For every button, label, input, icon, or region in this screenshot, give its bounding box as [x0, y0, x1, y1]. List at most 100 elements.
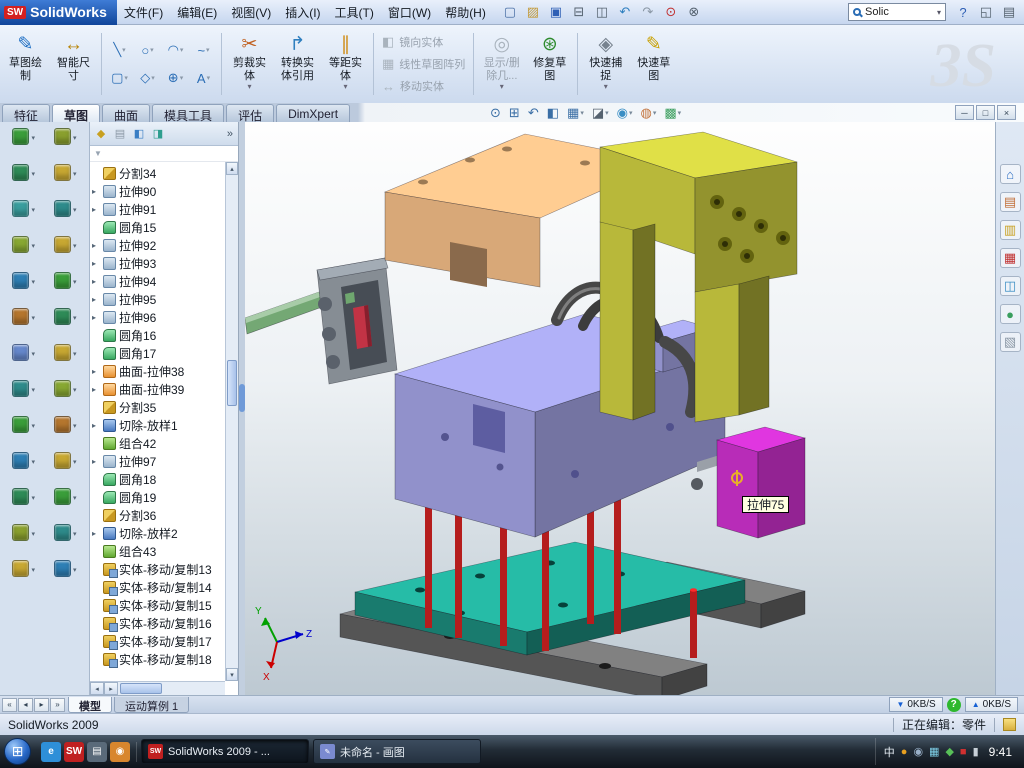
network-icon[interactable]: ▦	[929, 745, 939, 758]
expand-arrow-icon[interactable]: ▸	[92, 241, 100, 250]
menu-item[interactable]: 帮助(H)	[438, 0, 493, 25]
dropdown-arrow-icon[interactable]: ▾	[73, 566, 77, 574]
graphics-area[interactable]: Y Z X 拉伸75	[245, 122, 995, 695]
custom-properties-icon[interactable]: ▧	[1000, 332, 1021, 352]
dropdown-arrow-icon[interactable]: ▾	[31, 134, 35, 142]
clock[interactable]: 9:41	[989, 745, 1012, 759]
solidworks-launcher-icon[interactable]: SW	[64, 742, 84, 762]
tree-item[interactable]: ▸ 实体-移动/复制14	[92, 578, 238, 596]
dropdown-arrow-icon[interactable]: ▾	[73, 458, 77, 466]
arc-tool-icon[interactable]: ◠	[162, 37, 189, 64]
tree-item[interactable]: ▸ 实体-移动/复制17	[92, 632, 238, 650]
toolbox-icon[interactable]: ▦	[1000, 248, 1021, 268]
dropdown-arrow-icon[interactable]: ▾	[73, 206, 77, 214]
commandmanager-tab[interactable]: 模具工具	[152, 104, 224, 122]
scrollbar-thumb[interactable]	[227, 360, 237, 406]
dropdown-arrow-icon[interactable]: ▾	[31, 386, 35, 394]
toolbar-options-icon[interactable]: ▤	[998, 2, 1020, 22]
tree-item[interactable]: ▸ 拉伸93	[92, 254, 238, 272]
tree-item[interactable]: ▸ 实体-移动/复制18	[92, 650, 238, 668]
commandmanager-tab[interactable]: 评估	[226, 104, 274, 122]
clamp-part[interactable]	[245, 258, 397, 384]
expand-arrow-icon[interactable]: ▸	[92, 259, 100, 268]
scroll-up-button[interactable]: ▴	[226, 162, 238, 175]
left-toolbar-icon[interactable]: ▾	[54, 416, 77, 452]
display-pane-chevron[interactable]: »	[227, 128, 235, 140]
sketch-button[interactable]: ✎ 草图绘 制	[2, 29, 49, 95]
ime-language-icon[interactable]: 中	[884, 744, 895, 760]
repair-sketch-button[interactable]: ⊛ 修复草 图	[526, 29, 573, 95]
left-toolbar-icon[interactable]: ▾	[54, 164, 77, 200]
left-toolbar-icon[interactable]: ▾	[12, 380, 35, 416]
search-input[interactable]: Solic ▾	[848, 3, 946, 21]
expand-arrow-icon[interactable]: ▸	[92, 187, 100, 196]
tree-item[interactable]: ▸ 实体-移动/复制16	[92, 614, 238, 632]
media-player-icon[interactable]: ◉	[110, 742, 130, 762]
dropdown-arrow-icon[interactable]: ▾	[73, 386, 77, 394]
dimxpertmanager-tab-icon[interactable]: ◨	[150, 126, 166, 142]
options-icon[interactable]: ⊗	[683, 2, 705, 22]
menu-item[interactable]: 工具(T)	[328, 0, 381, 25]
previous-view-icon[interactable]: ↶	[526, 104, 541, 121]
left-toolbar-icon[interactable]: ▾	[54, 560, 77, 596]
update-icon[interactable]: ●	[901, 746, 908, 758]
line-tool-icon[interactable]: ╲	[106, 37, 133, 64]
next-tab-button[interactable]: ▸	[34, 698, 49, 712]
new-document-icon[interactable]: ▢	[499, 2, 521, 22]
dropdown-arrow-icon[interactable]: ▾	[31, 206, 35, 214]
volume-icon[interactable]: ◉	[913, 745, 923, 758]
document-tab[interactable]: 模型	[68, 697, 112, 713]
tree-item[interactable]: ▸ 分割34	[92, 164, 238, 182]
rebuild-icon[interactable]: ⊙	[660, 2, 682, 22]
menu-item[interactable]: 插入(I)	[278, 0, 327, 25]
tree-item[interactable]: ▸ 实体-移动/复制13	[92, 560, 238, 578]
dropdown-arrow-icon[interactable]: ▾	[73, 530, 77, 538]
trim-entities-button[interactable]: ✂ 剪裁实 体	[226, 29, 273, 95]
left-toolbar-icon[interactable]: ▾	[54, 236, 77, 272]
upload-speed-badge[interactable]: ▲ 0KB/S	[965, 697, 1018, 712]
tree-item[interactable]: ▸ 圆角19	[92, 488, 238, 506]
appearance-icon[interactable]: ◍	[639, 104, 659, 121]
support-bracket[interactable]	[600, 132, 797, 422]
first-tab-button[interactable]: «	[2, 698, 17, 712]
move-entities-button[interactable]: ↔ 移动实体	[378, 77, 469, 95]
dropdown-arrow-icon[interactable]: ▾	[31, 278, 35, 286]
dropdown-arrow-icon[interactable]: ▾	[73, 242, 77, 250]
tree-item[interactable]: ▸ 组合43	[92, 542, 238, 560]
tree-item[interactable]: ▸ 分割35	[92, 398, 238, 416]
scroll-right-button[interactable]: ▸	[104, 682, 118, 695]
dropdown-arrow-icon[interactable]: ▾	[31, 314, 35, 322]
dropdown-arrow-icon[interactable]: ▾	[73, 134, 77, 142]
dropdown-arrow-icon[interactable]: ▾	[31, 458, 35, 466]
left-toolbar-icon[interactable]: ▾	[12, 416, 35, 452]
tree-item[interactable]: ▸ 曲面-拉伸39	[92, 380, 238, 398]
tree-item[interactable]: ▸ 圆角18	[92, 470, 238, 488]
propertymanager-tab-icon[interactable]: ▤	[112, 126, 128, 142]
left-toolbar-icon[interactable]: ▾	[12, 560, 35, 596]
view-palette-icon[interactable]: ◫	[1000, 276, 1021, 296]
tree-item[interactable]: ▸ 组合42	[92, 434, 238, 452]
dropdown-arrow-icon[interactable]: ▾	[31, 530, 35, 538]
dropdown-arrow-icon[interactable]: ▾	[73, 314, 77, 322]
featuremanager-tab-icon[interactable]: ◆	[93, 126, 109, 142]
undo-icon[interactable]: ↶	[614, 2, 636, 22]
scrollbar-thumb[interactable]	[120, 683, 162, 694]
left-toolbar-icon[interactable]: ▾	[54, 128, 77, 164]
display-style-icon[interactable]: ◪	[590, 104, 611, 121]
print-icon[interactable]: ⊟	[568, 2, 590, 22]
tree-horizontal-scrollbar[interactable]: ◂ ▸	[90, 681, 225, 695]
dropdown-arrow-icon[interactable]: ▾	[31, 170, 35, 178]
dropdown-arrow-icon[interactable]: ▾	[31, 422, 35, 430]
appearances-scenes-icon[interactable]: ●	[1000, 304, 1021, 324]
menu-item[interactable]: 视图(V)	[224, 0, 278, 25]
tree-vertical-scrollbar[interactable]: ▴ ▾	[225, 162, 238, 681]
left-toolbar-icon[interactable]: ▾	[12, 272, 35, 308]
solidworks-tray-icon[interactable]: ■	[960, 746, 967, 758]
dropdown-arrow-icon[interactable]: ▾	[31, 566, 35, 574]
expand-arrow-icon[interactable]: ▸	[92, 313, 100, 322]
view-orientation-icon[interactable]: ▦	[565, 104, 586, 121]
tree-item[interactable]: ▸ 拉伸95	[92, 290, 238, 308]
tree-item[interactable]: ▸ 圆角15	[92, 218, 238, 236]
tree-item[interactable]: ▸ 拉伸91	[92, 200, 238, 218]
download-speed-badge[interactable]: ▼ 0KB/S	[889, 697, 942, 712]
